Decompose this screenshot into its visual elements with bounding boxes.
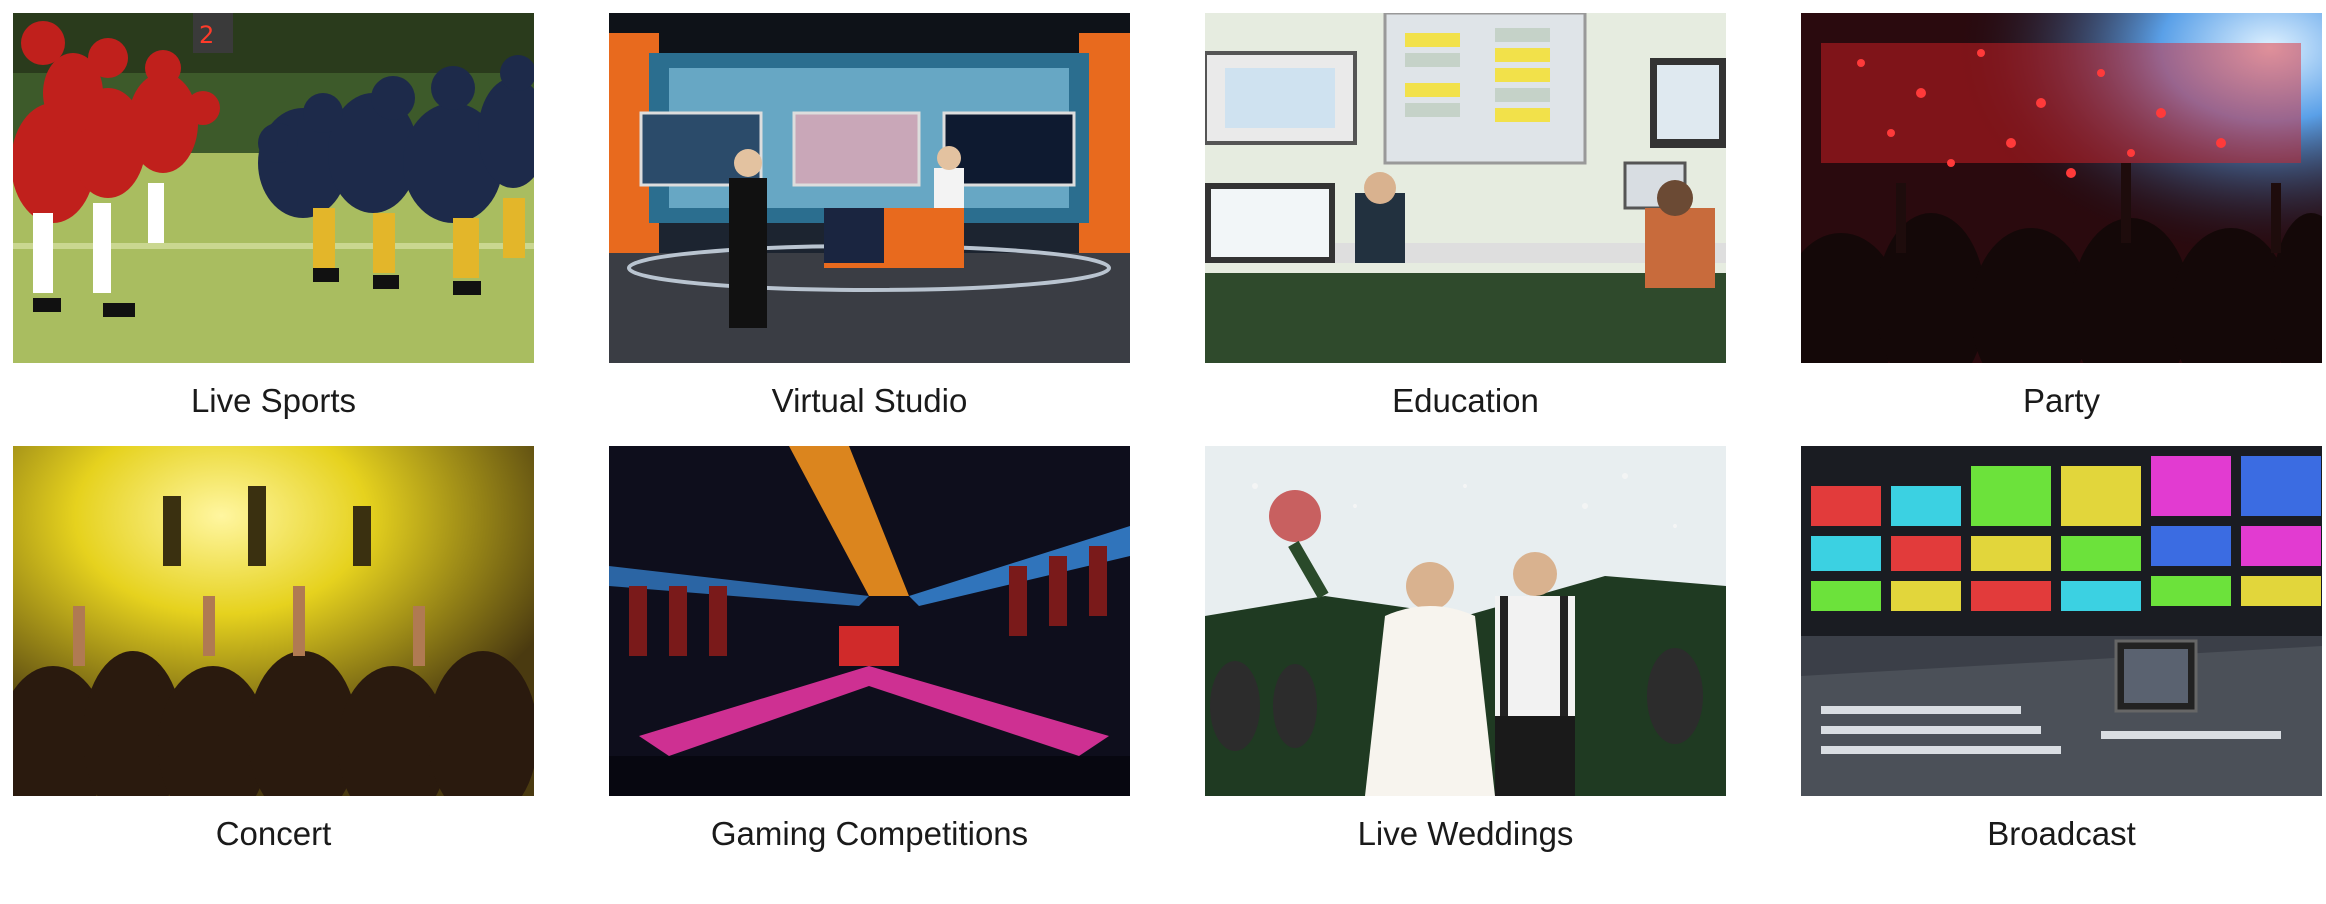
virtual-studio-image[interactable] (609, 13, 1130, 363)
tile-live-sports[interactable]: 2 Live Sports (13, 13, 534, 419)
svg-text:2: 2 (199, 21, 214, 49)
broadcast-scene (1801, 446, 2322, 796)
concert-scene (13, 446, 534, 796)
tile-gaming-competitions[interactable]: Gaming Competitions (609, 446, 1130, 852)
gaming-competitions-image[interactable] (609, 446, 1130, 796)
education-scene (1205, 13, 1726, 363)
education-image[interactable] (1205, 13, 1726, 363)
tile-caption: Concert (215, 815, 332, 852)
tile-live-weddings[interactable]: Live Weddings (1205, 446, 1726, 852)
live-weddings-scene (1205, 446, 1726, 796)
tile-caption: Broadcast (1987, 815, 2136, 852)
tile-caption: Gaming Competitions (710, 815, 1029, 852)
live-weddings-image[interactable] (1205, 446, 1726, 796)
tile-party[interactable]: Party (1801, 13, 2322, 419)
live-sports-scene: 2 (13, 13, 534, 363)
tile-virtual-studio[interactable]: Virtual Studio (609, 13, 1130, 419)
tile-broadcast[interactable]: Broadcast (1801, 446, 2322, 852)
party-image[interactable] (1801, 13, 2322, 363)
tile-caption: Party (2022, 382, 2101, 419)
tile-caption: Live Weddings (1357, 815, 1574, 852)
tile-caption: Education (1392, 382, 1539, 419)
broadcast-image[interactable] (1801, 446, 2322, 796)
tile-concert[interactable]: Concert (13, 446, 534, 852)
party-scene (1801, 13, 2322, 363)
concert-image[interactable] (13, 446, 534, 796)
tile-caption: Live Sports (190, 382, 357, 419)
gaming-competitions-scene (609, 446, 1130, 796)
virtual-studio-scene (609, 13, 1130, 363)
live-sports-image[interactable]: 2 (13, 13, 534, 363)
tile-caption: Virtual Studio (771, 382, 968, 419)
tile-education[interactable]: Education (1205, 13, 1726, 419)
